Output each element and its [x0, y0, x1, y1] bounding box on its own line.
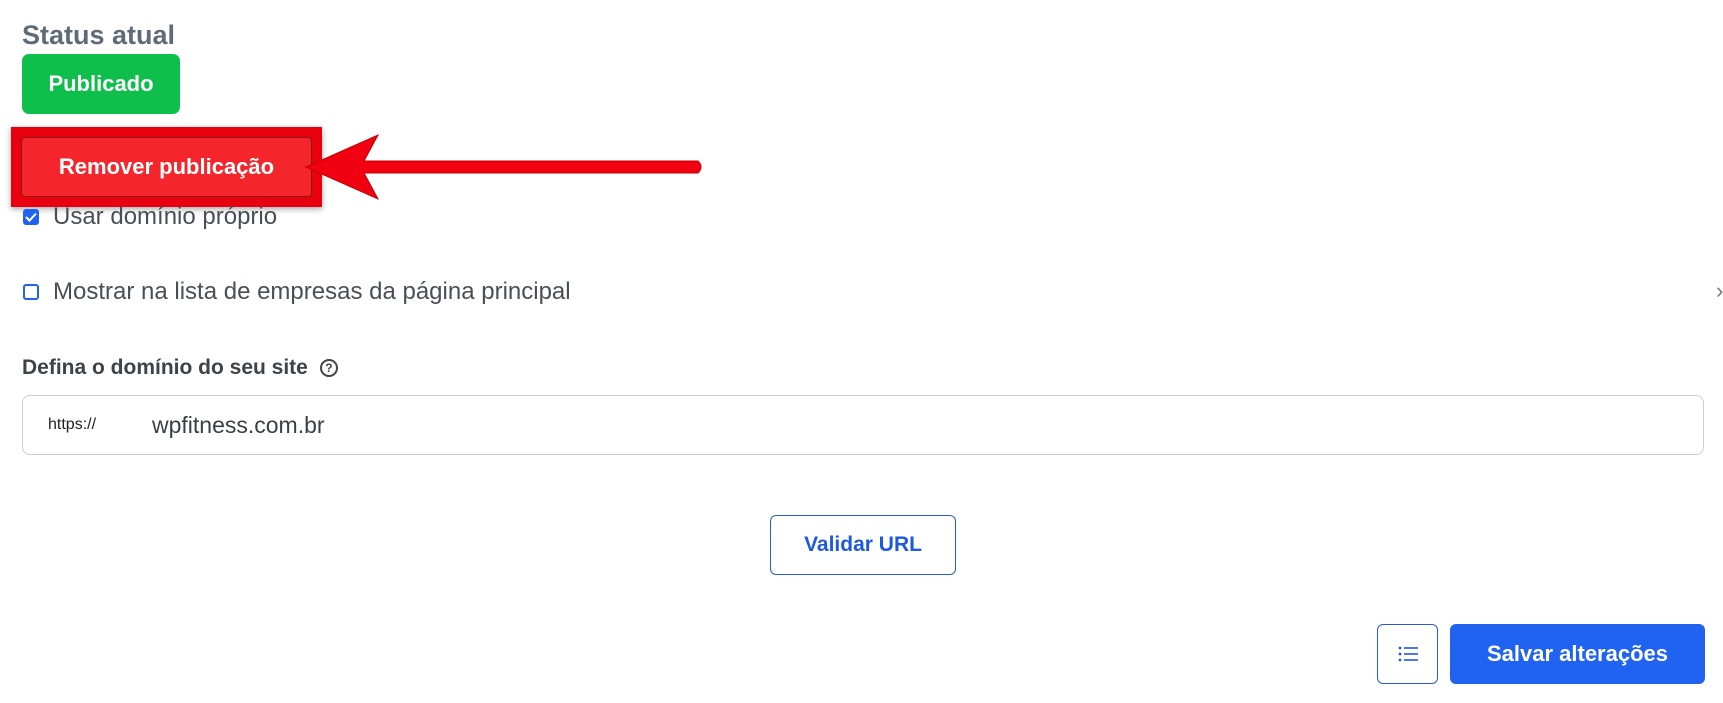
edge-chevron-icon: › — [1716, 278, 1723, 303]
annotation-arrow-icon — [304, 133, 702, 201]
checkmark-icon — [25, 212, 37, 222]
use-own-domain-checkbox[interactable] — [23, 209, 39, 225]
url-prefix: https:// — [48, 416, 97, 433]
status-title: Status atual — [22, 20, 176, 50]
use-own-domain-option[interactable]: Usar domínio próprio — [23, 203, 277, 231]
domain-input[interactable] — [150, 410, 1554, 440]
list-icon — [1398, 646, 1418, 662]
show-in-list-checkbox[interactable] — [23, 284, 39, 300]
domain-url-field[interactable]: https:// — [22, 395, 1704, 455]
show-in-list-label: Mostrar na lista de empresas da página p… — [53, 278, 571, 305]
domain-label-text: Defina o domínio do seu site — [22, 356, 308, 379]
status-badge: Publicado — [22, 54, 180, 114]
save-changes-button[interactable]: Salvar alterações — [1450, 624, 1705, 684]
validate-url-button[interactable]: Validar URL — [770, 515, 956, 575]
list-view-button[interactable] — [1377, 624, 1438, 684]
show-in-list-option[interactable]: Mostrar na lista de empresas da página p… — [23, 278, 571, 306]
remove-publication-button[interactable]: Remover publicação — [21, 137, 312, 197]
use-own-domain-label: Usar domínio próprio — [53, 203, 278, 230]
help-icon[interactable]: ? — [319, 359, 338, 377]
domain-field-label: Defina o domínio do seu site ? — [22, 356, 338, 380]
